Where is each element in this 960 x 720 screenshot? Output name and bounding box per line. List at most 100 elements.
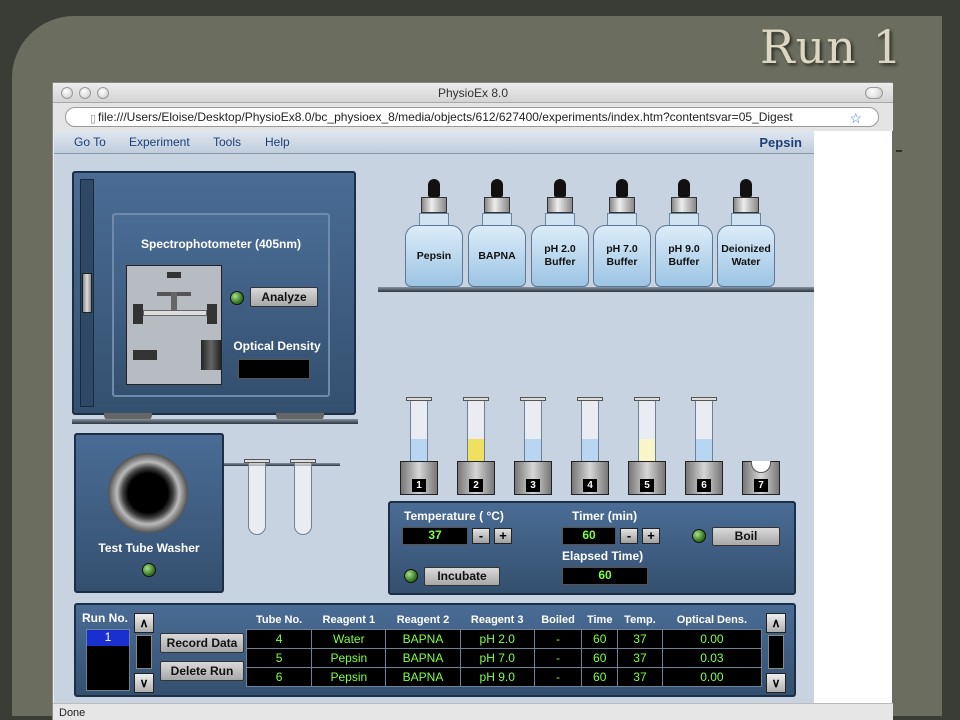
empty-test-tube[interactable] bbox=[290, 459, 316, 535]
table-cell: BAPNA bbox=[385, 647, 461, 668]
bottle-deionized-water[interactable]: Deionized Water bbox=[717, 179, 775, 287]
menu-tools[interactable]: Tools bbox=[213, 135, 241, 149]
table-cell: 60 bbox=[581, 666, 619, 687]
timer-increase-button[interactable]: + bbox=[642, 528, 660, 544]
record-data-button[interactable]: Record Data bbox=[160, 633, 244, 653]
bottle-ph9-buffer[interactable]: pH 9.0 Buffer bbox=[655, 179, 713, 287]
page-icon: ▯ bbox=[90, 113, 97, 125]
table-scroll-down-button[interactable]: ∨ bbox=[766, 673, 786, 693]
temperature-increase-button[interactable]: + bbox=[494, 528, 512, 544]
empty-test-tube[interactable] bbox=[244, 459, 270, 535]
table-cell: 37 bbox=[617, 628, 663, 649]
bottle-label: BAPNA bbox=[468, 225, 526, 287]
column-header: Reagent 1 bbox=[322, 613, 376, 626]
table-cell: 5 bbox=[245, 647, 313, 668]
bottle-ph7-buffer[interactable]: pH 7.0 Buffer bbox=[593, 179, 651, 287]
table-cell: - bbox=[533, 666, 583, 687]
tube-holder[interactable]: 1 bbox=[400, 461, 438, 495]
test-tube-2[interactable] bbox=[463, 397, 489, 471]
bottle-label: pH 7.0 Buffer bbox=[593, 225, 651, 287]
run-scroll-down-button[interactable]: ∨ bbox=[134, 673, 154, 693]
tube-holder[interactable]: 6 bbox=[685, 461, 723, 495]
table-row[interactable]: 4 Water BAPNA pH 2.0-60 37 0.00 bbox=[245, 628, 763, 649]
tube-number-label: 7 bbox=[754, 479, 768, 492]
toolbar-toggle-button[interactable] bbox=[865, 87, 883, 99]
dropper-cap-icon bbox=[554, 179, 566, 197]
tube-holder[interactable]: 5 bbox=[628, 461, 666, 495]
tube-number-label: 4 bbox=[583, 479, 597, 492]
delete-run-button[interactable]: Delete Run bbox=[160, 661, 244, 681]
timer-decrease-button[interactable]: - bbox=[620, 528, 638, 544]
bottle-shelf bbox=[378, 287, 814, 292]
tube-holder[interactable]: 4 bbox=[571, 461, 609, 495]
incubate-indicator-led bbox=[404, 569, 418, 583]
analyze-indicator-led bbox=[230, 291, 244, 305]
spectro-title: Spectrophotometer (405nm) bbox=[140, 237, 302, 251]
optical-density-label: Optical Density bbox=[233, 339, 321, 353]
test-tube-1[interactable] bbox=[406, 397, 432, 471]
run-scrollbar[interactable] bbox=[136, 635, 152, 669]
menu-bar: Go To Experiment Tools Help Pepsin bbox=[54, 131, 814, 154]
table-cell: 0.03 bbox=[661, 647, 763, 668]
tube-number-label: 3 bbox=[526, 479, 540, 492]
cuvette-chamber bbox=[126, 265, 222, 385]
status-bar: Done bbox=[53, 703, 893, 720]
spectrophotometer-cabinet: Spectrophotometer (405nm) Analyze Optica… bbox=[72, 171, 356, 421]
browser-window: PhysioEx 8.0 ▯ file:///Users/Eloise/Desk… bbox=[52, 82, 893, 720]
cabinet-handle[interactable] bbox=[82, 273, 92, 313]
timer-label: Timer (min) bbox=[572, 509, 638, 523]
analyze-button[interactable]: Analyze bbox=[250, 287, 318, 307]
washer-indicator-led bbox=[142, 563, 156, 577]
test-tube-3[interactable] bbox=[520, 397, 546, 471]
table-cell: BAPNA bbox=[385, 666, 461, 687]
run-list-item[interactable]: 1 bbox=[87, 630, 129, 646]
table-row[interactable]: 6 Pepsin BAPNA pH 9.0-60 37 0.00 bbox=[245, 666, 763, 687]
boil-indicator-led bbox=[692, 529, 706, 543]
table-scrollbar[interactable] bbox=[768, 635, 784, 669]
bookmark-star-icon[interactable]: ☆ bbox=[849, 110, 862, 126]
address-input[interactable]: ▯ file:///Users/Eloise/Desktop/PhysioEx8… bbox=[65, 107, 879, 127]
temperature-decrease-button[interactable]: - bbox=[472, 528, 490, 544]
run-number-label: Run No. bbox=[82, 611, 128, 625]
address-text: file:///Users/Eloise/Desktop/PhysioEx8.0… bbox=[98, 110, 793, 124]
temperature-label: Temperature ( °C) bbox=[404, 509, 504, 523]
menu-help[interactable]: Help bbox=[265, 135, 290, 149]
tube-number-label: 2 bbox=[469, 479, 483, 492]
bottle-ph2-buffer[interactable]: pH 2.0 Buffer bbox=[531, 179, 589, 287]
test-tube-4[interactable] bbox=[577, 397, 603, 471]
tube-holder[interactable]: 3 bbox=[514, 461, 552, 495]
app-name: Pepsin bbox=[759, 135, 802, 150]
table-cell: 0.00 bbox=[661, 628, 763, 649]
table-cell: Pepsin bbox=[311, 666, 387, 687]
bottle-label: Deionized Water bbox=[717, 225, 775, 287]
boil-button[interactable]: Boil bbox=[712, 527, 780, 546]
window-title: PhysioEx 8.0 bbox=[437, 86, 509, 100]
bottle-pepsin[interactable]: Pepsin bbox=[405, 179, 463, 287]
test-tube-washer[interactable]: Test Tube Washer bbox=[74, 433, 224, 593]
elapsed-time-label: Elapsed Time) bbox=[562, 549, 644, 563]
spectrophotometer: Spectrophotometer (405nm) Analyze Optica… bbox=[112, 213, 330, 397]
bottle-bapna[interactable]: BAPNA bbox=[468, 179, 526, 287]
table-row[interactable]: 5 Pepsin BAPNA pH 7.0-60 37 0.03 bbox=[245, 647, 763, 668]
run-scroll-up-button[interactable]: ∧ bbox=[134, 613, 154, 633]
tube-number-label: 5 bbox=[640, 479, 654, 492]
slide-title: Run 1 bbox=[760, 20, 903, 74]
incubate-button[interactable]: Incubate bbox=[424, 567, 500, 586]
menu-go-to[interactable]: Go To bbox=[74, 135, 106, 149]
menu-experiment[interactable]: Experiment bbox=[129, 135, 190, 149]
test-tube-6[interactable] bbox=[691, 397, 717, 471]
table-cell: pH 7.0 bbox=[459, 647, 535, 668]
table-cell: 60 bbox=[581, 647, 619, 668]
tube-holder[interactable]: 2 bbox=[457, 461, 495, 495]
tube-number-label: 1 bbox=[412, 479, 426, 492]
run-list[interactable]: 1 bbox=[86, 629, 130, 691]
bottle-label: Pepsin bbox=[405, 225, 463, 287]
test-tube-5[interactable] bbox=[634, 397, 660, 471]
table-cell: 6 bbox=[245, 666, 313, 687]
dropper-cap-icon bbox=[491, 179, 503, 197]
table-cell: 4 bbox=[245, 628, 313, 649]
table-cell: pH 9.0 bbox=[459, 666, 535, 687]
data-recording-panel: Run No. 1 ∧ ∨ Record Data Delete Run Tub… bbox=[74, 603, 796, 697]
table-scroll-up-button[interactable]: ∧ bbox=[766, 613, 786, 633]
dropper-cap-icon bbox=[616, 179, 628, 197]
